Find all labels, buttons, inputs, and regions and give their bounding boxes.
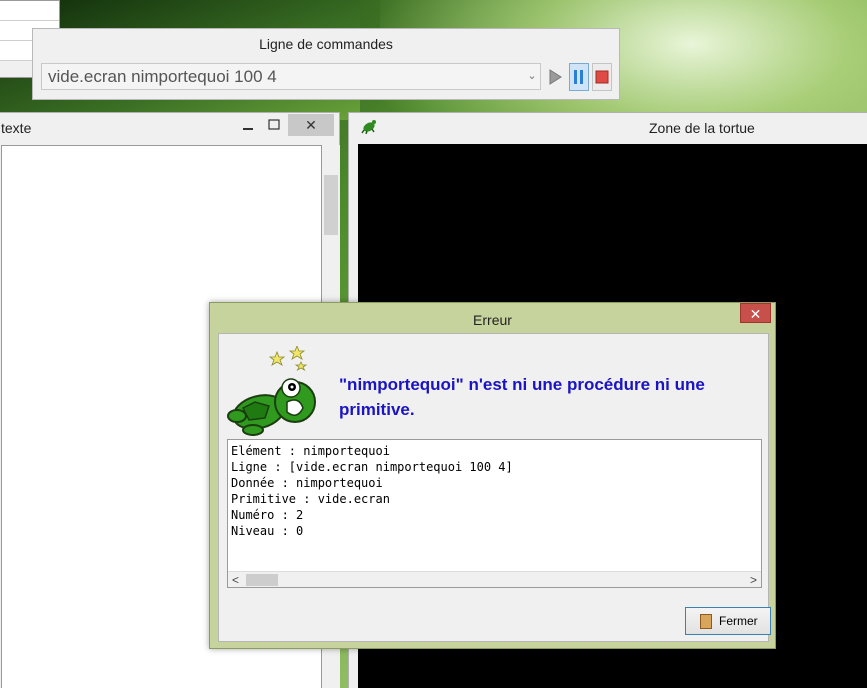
turtle-zone-title: Zone de la tortue	[649, 120, 755, 136]
chevron-down-icon[interactable]: ⌄	[524, 65, 540, 88]
command-input[interactable]: vide.ecran nimportequoi 100 4	[41, 63, 541, 90]
scrollbar-thumb[interactable]	[246, 574, 278, 586]
door-icon	[700, 614, 712, 629]
close-button[interactable]: Fermer	[685, 607, 771, 635]
pause-icon	[574, 70, 583, 84]
error-details-text: Elément : nimportequoi Ligne : [vide.ecr…	[231, 444, 513, 538]
error-dialog: Erreur ✕ "nimportequoi" n'est ni une pro…	[209, 302, 776, 649]
close-icon[interactable]: ✕	[740, 303, 771, 323]
chevron-left-icon[interactable]: <	[232, 572, 239, 588]
dialog-body: "nimportequoi" n'est ni une procédure ni…	[218, 333, 771, 642]
close-icon[interactable]: ✕	[288, 114, 334, 136]
editor-title: texte	[1, 120, 32, 136]
error-message: "nimportequoi" n'est ni une procédure ni…	[339, 375, 705, 419]
dialog-title: Erreur	[473, 312, 512, 328]
close-button-label: Fermer	[719, 614, 758, 628]
run-button[interactable]	[546, 65, 564, 89]
chevron-right-icon[interactable]: >	[750, 572, 757, 588]
stop-button[interactable]	[592, 63, 612, 91]
command-line-title: Ligne de commandes	[259, 36, 393, 52]
command-line-panel: Ligne de commandes vide.ecran nimportequ…	[32, 28, 620, 100]
error-details-box[interactable]: Elément : nimportequoi Ligne : [vide.ecr…	[227, 439, 762, 588]
horizontal-scrollbar[interactable]: < >	[228, 571, 761, 587]
maximize-icon[interactable]	[267, 118, 281, 132]
pause-button[interactable]	[569, 63, 589, 91]
stop-icon	[595, 70, 609, 84]
minimize-icon[interactable]	[241, 118, 255, 132]
turtle-icon	[361, 120, 376, 134]
dizzy-turtle-icon	[227, 346, 316, 436]
